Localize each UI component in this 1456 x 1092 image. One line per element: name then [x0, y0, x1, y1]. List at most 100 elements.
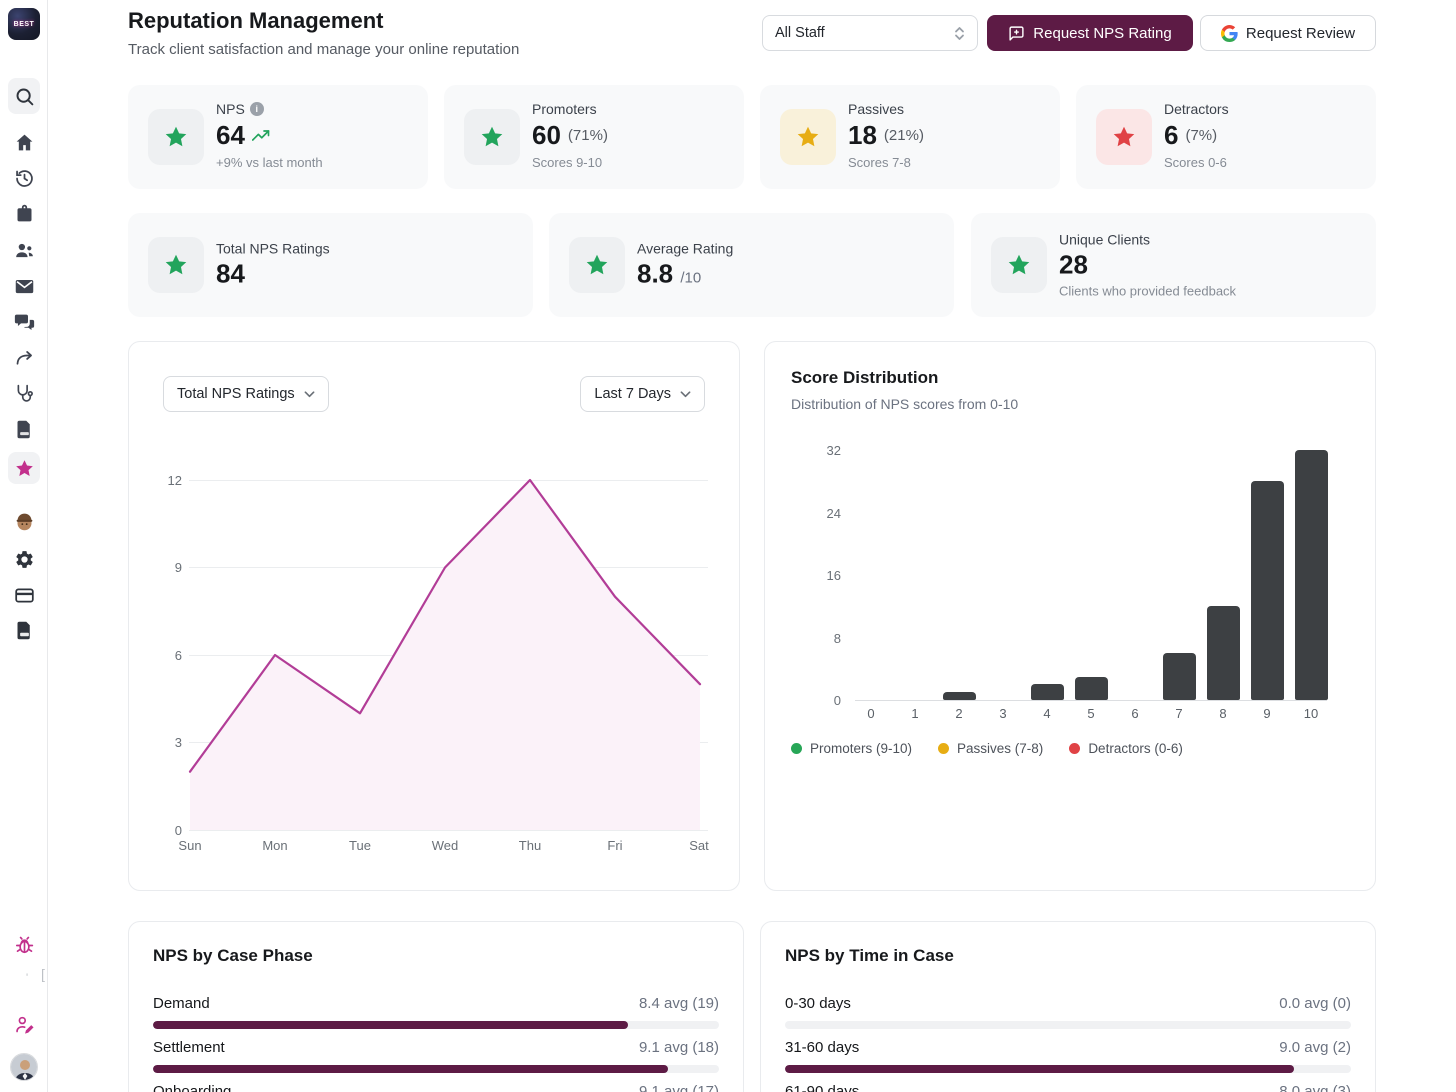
app-logo[interactable]: BEST [8, 8, 40, 40]
metric-select[interactable]: Total NPS Ratings [163, 376, 329, 412]
sidebar-item-mail[interactable] [0, 276, 48, 297]
phase-label: Onboarding [153, 1083, 231, 1092]
summary-value: 8.8 [637, 259, 673, 289]
sidebar-item-search[interactable] [0, 78, 48, 114]
page-title: Reputation Management [128, 8, 383, 34]
date-range-select[interactable]: Last 7 Days [580, 376, 705, 412]
document-icon [14, 419, 35, 440]
x-tick: Sun [178, 838, 201, 853]
stat-sub: Scores 9-10 [532, 155, 608, 170]
stat-sub: +9% vs last month [216, 155, 323, 170]
x-tick: 5 [1069, 706, 1113, 721]
request-nps-rating-button[interactable]: Request NPS Rating [987, 15, 1193, 51]
star-icon [795, 124, 821, 150]
sidebar-item-cases[interactable] [0, 203, 48, 224]
legend-dot [1069, 743, 1080, 754]
y-tick: 8 [805, 631, 841, 646]
x-tick: 7 [1157, 706, 1201, 721]
x-tick: Wed [432, 838, 459, 853]
star-icon [1111, 124, 1137, 150]
summary-suffix: /10 [680, 270, 701, 287]
sidebar-item-profile[interactable] [0, 1053, 48, 1081]
y-tick: 3 [149, 735, 182, 750]
sidebar-item-documents[interactable] [0, 419, 48, 440]
file-icon [14, 620, 35, 641]
nps-by-time-card: NPS by Time in Case 0-30 days 0.0 avg (0… [760, 921, 1376, 1092]
x-tick: 10 [1289, 706, 1333, 721]
sidebar-item-debug[interactable] [0, 935, 48, 956]
bar-score-8 [1207, 606, 1240, 700]
info-icon[interactable]: i [250, 102, 264, 116]
x-tick: 2 [937, 706, 981, 721]
phase-row: Demand 8.4 avg (19) [153, 993, 719, 1029]
trend-area-fill [190, 480, 700, 830]
sidebar-item-billing[interactable] [0, 585, 48, 606]
request-review-button[interactable]: Request Review [1200, 15, 1376, 51]
sidebar-item-share[interactable] [0, 348, 48, 369]
legend-label: Detractors (0-6) [1088, 741, 1183, 756]
legend-dot [791, 743, 802, 754]
summary-label: Total NPS Ratings [216, 241, 330, 257]
summary-label: Unique Clients [1059, 232, 1236, 248]
x-tick: 3 [981, 706, 1025, 721]
mascot-avatar-icon [14, 511, 35, 532]
bar-score-7 [1163, 653, 1196, 700]
sidebar-item-home[interactable] [0, 132, 48, 153]
stat-pct: (71%) [568, 127, 608, 144]
sidebar-item-notes[interactable] [0, 620, 48, 641]
reputation-dashboard: BEST [0, 0, 1456, 1092]
star-icon [163, 252, 189, 278]
progress-track [153, 1021, 719, 1029]
star-icon [1006, 252, 1032, 278]
summary-value: 84 [216, 259, 330, 290]
stat-value: 18 [848, 120, 877, 151]
page-subtitle: Track client satisfaction and manage you… [128, 41, 519, 58]
y-tick: 0 [149, 823, 182, 838]
sidebar-item-mascot[interactable] [0, 511, 48, 532]
google-logo-icon [1221, 25, 1238, 42]
staff-filter-select[interactable]: All Staff [762, 15, 978, 51]
app-logo-text: BEST [14, 21, 35, 28]
nps-trend-chart-card: Total NPS Ratings Last 7 Days 12 9 6 3 0… [128, 341, 740, 891]
x-tick: 0 [849, 706, 893, 721]
x-tick: 8 [1201, 706, 1245, 721]
bar-score-10 [1295, 450, 1328, 700]
y-tick: 12 [149, 473, 182, 488]
stat-value: 6 [1164, 120, 1178, 151]
phase-value: 9.1 avg (17) [639, 1083, 719, 1092]
star-icon [14, 458, 35, 479]
sidebar-item-messages[interactable] [0, 312, 48, 333]
time-value: 9.0 avg (2) [1279, 1039, 1351, 1056]
progress-track [785, 1065, 1351, 1073]
trending-up-icon [252, 129, 270, 142]
chevron-down-icon [304, 389, 315, 400]
y-tick: 0 [805, 693, 841, 708]
promoters-stat-card: Promoters 60 (71%) Scores 9-10 [444, 85, 744, 189]
y-tick: 9 [149, 560, 182, 575]
detractors-stat-card: Detractors 6 (7%) Scores 0-6 [1076, 85, 1376, 189]
x-axis-line [855, 700, 1327, 701]
nps-by-phase-title: NPS by Case Phase [153, 946, 313, 966]
time-value: 8.0 avg (3) [1279, 1083, 1351, 1092]
chevron-down-icon [680, 389, 691, 400]
home-icon [14, 132, 35, 153]
credit-card-icon [14, 585, 35, 606]
sidebar-item-contact-edit[interactable] [0, 1014, 48, 1035]
sidebar-item-medical[interactable] [0, 383, 48, 404]
request-nps-rating-label: Request NPS Rating [1033, 25, 1171, 42]
stethoscope-icon [14, 383, 35, 404]
time-row: 0-30 days 0.0 avg (0) [785, 993, 1351, 1029]
phase-value: 9.1 avg (18) [639, 1039, 719, 1056]
person-edit-icon [14, 1014, 35, 1035]
sidebar-item-settings[interactable] [0, 549, 48, 570]
sidebar-item-history[interactable] [0, 168, 48, 189]
legend-item: Passives (7-8) [938, 741, 1043, 756]
sidebar-item-reputation-active[interactable] [0, 452, 48, 484]
stat-sub: Scores 7-8 [848, 155, 924, 170]
stat-value: 64 [216, 120, 245, 151]
legend-item: Promoters (9-10) [791, 741, 912, 756]
x-tick: 4 [1025, 706, 1069, 721]
bar-score-9 [1251, 481, 1284, 700]
x-tick: Mon [262, 838, 287, 853]
sidebar-item-clients[interactable] [0, 240, 48, 261]
